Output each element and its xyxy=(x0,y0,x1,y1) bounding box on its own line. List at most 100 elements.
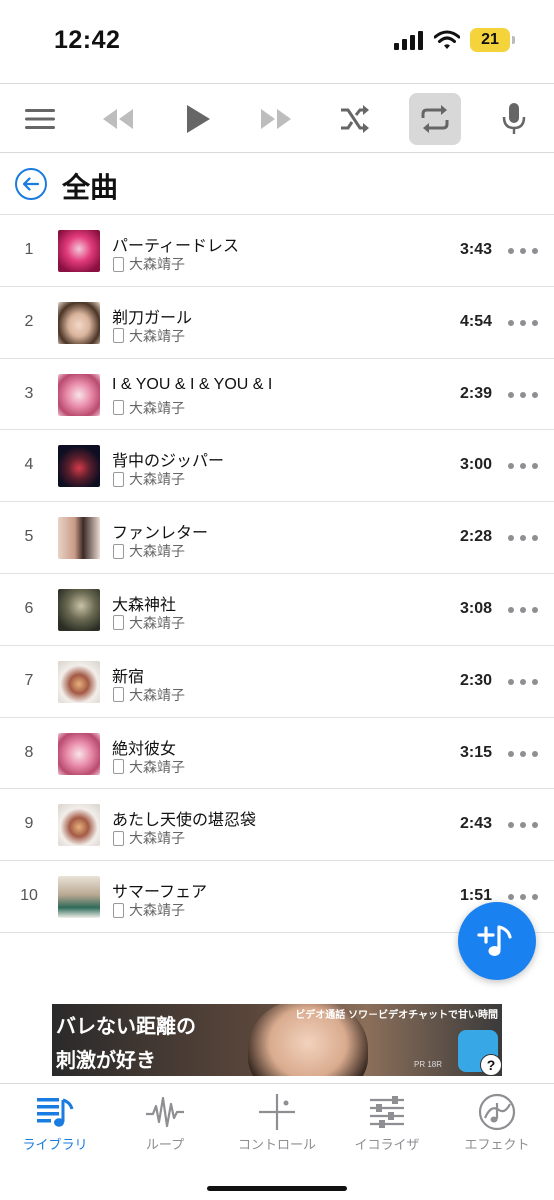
more-options-icon[interactable] xyxy=(508,672,538,692)
song-row[interactable]: 4 背中のジッパー 大森靖子 3:00 xyxy=(0,430,554,503)
song-duration: 3:00 xyxy=(459,456,492,474)
song-title: サマーフェア xyxy=(112,884,208,902)
artist-row: 大森靖子 xyxy=(113,326,185,346)
album-art xyxy=(58,301,100,344)
more-options-icon[interactable] xyxy=(508,385,538,405)
page-header: 全曲 xyxy=(0,153,554,215)
track-number: 5 xyxy=(24,528,34,546)
tab-label: ループ xyxy=(145,1137,185,1152)
song-artist: 大森靖子 xyxy=(129,543,185,560)
tab-effect[interactable]: エフェクト xyxy=(442,1084,552,1164)
song-title: 大森神社 xyxy=(112,596,177,614)
album-art xyxy=(58,660,100,703)
status-bar: 12:42 21 xyxy=(0,0,554,84)
tab-loop[interactable]: ループ xyxy=(110,1084,220,1164)
song-row[interactable]: 3 I & YOU & I & YOU & I 大森靖子 2:39 xyxy=(0,359,554,431)
artist-row: 大森靖子 xyxy=(113,828,185,848)
tab-library[interactable]: ライブラリ xyxy=(0,1084,110,1164)
rewind-button[interactable] xyxy=(92,93,144,145)
song-row[interactable]: 1 パーティードレス 大森靖子 3:43 xyxy=(0,215,554,287)
song-row[interactable]: 5 ファンレター 大森靖子 2:28 xyxy=(0,502,554,574)
artist-row: 大森靖子 xyxy=(113,757,185,777)
phone-icon xyxy=(113,687,124,703)
add-music-icon xyxy=(477,925,512,956)
more-options-icon[interactable] xyxy=(508,528,538,548)
song-row[interactable]: 6 大森神社 大森靖子 3:08 xyxy=(0,574,554,646)
battery-level: 21 xyxy=(481,31,499,48)
song-row[interactable]: 9 あたし天使の堪忍袋 大森靖子 2:43 xyxy=(0,789,554,862)
tab-equalizer[interactable]: イコライザ xyxy=(332,1084,442,1164)
album-art xyxy=(58,373,100,416)
effect-icon xyxy=(478,1093,516,1131)
menu-icon xyxy=(25,109,55,129)
home-indicator xyxy=(207,1186,347,1191)
phone-icon xyxy=(113,830,124,846)
repeat-button[interactable] xyxy=(409,93,461,145)
artist-row: 大森靖子 xyxy=(113,398,185,418)
track-number: 1 xyxy=(24,241,34,258)
album-art xyxy=(58,517,100,560)
song-artist: 大森靖子 xyxy=(129,327,185,344)
status-icons: 21 xyxy=(394,28,515,52)
page-title: 全曲 xyxy=(62,172,119,203)
song-title: 新宿 xyxy=(112,668,145,686)
more-options-icon[interactable] xyxy=(508,313,538,333)
song-row[interactable]: 8 絶対彼女 大森靖子 3:15 xyxy=(0,718,554,790)
wifi-icon xyxy=(434,30,460,49)
equalizer-icon xyxy=(370,1096,404,1128)
ad-banner[interactable]: バレない距離の 刺激が好き ビデオ通話 ソワ－ビデオチャットで甘い時間 PR 1… xyxy=(52,1004,502,1076)
artist-row: 大森靖子 xyxy=(113,685,185,705)
back-arrow-icon[interactable] xyxy=(14,167,48,201)
song-artist: 大森靖子 xyxy=(129,399,185,416)
song-title: あたし天使の堪忍袋 xyxy=(112,812,257,830)
song-title: パーティードレス xyxy=(112,238,240,255)
phone-icon xyxy=(113,400,124,416)
track-number: 8 xyxy=(24,743,34,761)
song-list: 1 パーティードレス 大森靖子 3:43 2 剃刀ガール 大森靖子 4:54 3… xyxy=(0,215,554,933)
tab-label: ライブラリ xyxy=(22,1137,88,1152)
more-options-icon[interactable] xyxy=(508,744,538,764)
artist-row: 大森靖子 xyxy=(113,900,185,920)
microphone-icon xyxy=(502,103,526,134)
song-artist: 大森靖子 xyxy=(129,686,185,703)
microphone-button[interactable] xyxy=(488,93,540,145)
ad-caption: ビデオ通話 ソワ－ビデオチャットで甘い時間 xyxy=(295,1010,498,1021)
more-options-icon[interactable] xyxy=(508,600,538,620)
album-art xyxy=(58,445,100,488)
rewind-icon xyxy=(103,109,133,129)
more-options-icon[interactable] xyxy=(508,815,538,835)
add-music-button[interactable] xyxy=(458,902,536,980)
song-duration: 2:43 xyxy=(459,815,492,833)
song-artist: 大森靖子 xyxy=(129,902,185,919)
track-number: 7 xyxy=(24,671,34,689)
song-duration: 4:54 xyxy=(459,312,492,330)
play-button[interactable] xyxy=(172,93,224,145)
waveform-icon xyxy=(146,1096,184,1128)
fast-forward-button[interactable] xyxy=(250,93,302,145)
tab-control[interactable]: コントロール xyxy=(222,1084,332,1164)
tab-bar: ライブラリ ループ コントロール イコライザ エフェクト xyxy=(0,1083,554,1200)
crosshair-icon xyxy=(259,1094,295,1130)
artist-row: 大森靖子 xyxy=(113,254,185,274)
song-artist: 大森靖子 xyxy=(129,614,185,631)
phone-icon xyxy=(113,759,124,775)
track-number: 10 xyxy=(20,887,38,905)
song-artist: 大森靖子 xyxy=(129,758,185,775)
more-options-icon[interactable] xyxy=(508,456,538,476)
phone-icon xyxy=(113,256,124,272)
more-options-icon[interactable] xyxy=(508,887,538,907)
song-row[interactable]: 2 剃刀ガール 大森靖子 4:54 xyxy=(0,287,554,359)
shuffle-button[interactable] xyxy=(329,93,381,145)
song-duration: 3:15 xyxy=(459,743,492,761)
phone-icon xyxy=(113,543,124,559)
song-duration: 3:08 xyxy=(459,599,492,617)
song-row[interactable]: 7 新宿 大森靖子 2:30 xyxy=(0,646,554,718)
menu-button[interactable] xyxy=(14,93,66,145)
song-title: 背中のジッパー xyxy=(112,453,225,471)
ad-help-icon[interactable]: ? xyxy=(480,1054,502,1076)
repeat-icon xyxy=(421,105,449,133)
more-options-icon[interactable] xyxy=(508,241,538,261)
song-duration: 2:28 xyxy=(459,528,492,546)
track-number: 9 xyxy=(24,815,34,833)
phone-icon xyxy=(113,328,124,344)
